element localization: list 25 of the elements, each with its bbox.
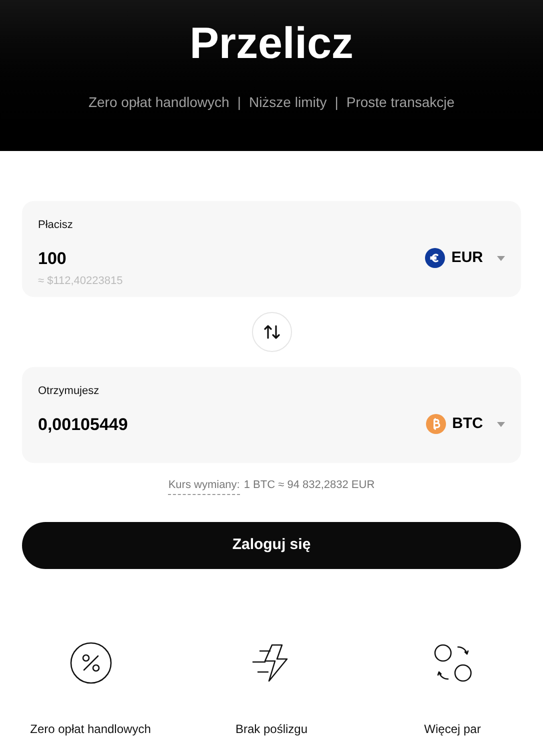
rate-value: 1 BTC ≈ 94 832,2832 EUR: [244, 478, 375, 493]
feature-label: Więcej par: [424, 720, 481, 738]
swap-button[interactable]: [252, 312, 292, 352]
equivalent-value: ≈ $112,40223815: [38, 274, 123, 289]
feature-label: Brak poślizgu: [235, 720, 308, 738]
currency-selector[interactable]: EUR: [425, 247, 505, 270]
separator: |: [237, 93, 241, 112]
page-title: Przelicz: [190, 22, 354, 66]
currency-selector[interactable]: BTC: [426, 413, 505, 436]
rate-link[interactable]: Kurs wymiany:: [168, 477, 240, 494]
exchange-circles-icon: [434, 644, 472, 682]
login-button[interactable]: Zaloguj się: [22, 522, 521, 568]
amount-field[interactable]: 100: [38, 246, 66, 271]
card-label: Płacisz: [38, 218, 73, 233]
highlight-text: Proste transakcje: [346, 93, 455, 112]
highlight-text: Niższe limity: [248, 93, 327, 112]
separator: |: [334, 93, 338, 112]
swap-arrows-icon: [264, 325, 280, 339]
caret-icon: [497, 256, 505, 261]
card-label: Otrzymujesz: [38, 384, 100, 399]
amount-field[interactable]: 0,00105449: [38, 412, 128, 437]
highlight-text: Zero opłat handlowych: [88, 93, 230, 112]
caret-icon: [497, 422, 505, 427]
feature-label: Zero opłat handlowych: [30, 720, 151, 738]
percent-icon: [70, 642, 112, 684]
